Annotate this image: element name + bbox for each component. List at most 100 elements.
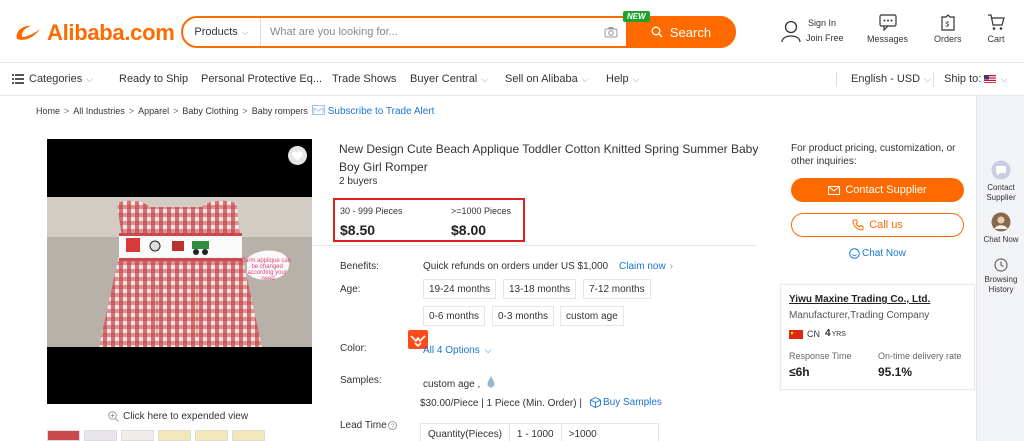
- rail-label: Supplier: [986, 193, 1016, 202]
- ship-to-select[interactable]: Ship to: ⌵: [944, 73, 1007, 85]
- phone-icon: [852, 219, 864, 231]
- call-us-button[interactable]: Call us: [791, 213, 964, 237]
- thumbnail[interactable]: [195, 430, 228, 441]
- china-flag-icon: [789, 329, 803, 339]
- camera-search-icon[interactable]: [596, 26, 626, 38]
- chevron-down-icon: ⌵: [924, 73, 931, 84]
- color-label: Color:: [340, 343, 367, 354]
- bell-icon: [311, 105, 325, 115]
- cart-button[interactable]: Cart: [987, 14, 1005, 44]
- breadcrumb-separator: >: [242, 106, 248, 116]
- thumbnail[interactable]: [158, 430, 191, 441]
- product-video-player[interactable]: farm applique can be changed according y…: [47, 139, 312, 404]
- buy-samples-link[interactable]: Buy Samples: [590, 397, 662, 408]
- nav-divider: [836, 72, 837, 87]
- age-option[interactable]: 13-18 months: [503, 279, 577, 299]
- categories-menu[interactable]: Categories ⌵: [12, 73, 93, 85]
- orders-button[interactable]: $ Orders: [934, 14, 962, 44]
- supplier-card: Yiwu Maxine Trading Co., Ltd. Manufactur…: [780, 284, 975, 390]
- breadcrumb-separator: >: [173, 106, 179, 116]
- chevron-down-icon: ⌵: [581, 73, 589, 84]
- svg-text:$: $: [945, 22, 949, 29]
- tier-range: 30 - 999 Pieces: [340, 206, 403, 216]
- sign-in-link[interactable]: Sign In: [806, 16, 844, 31]
- thumbnail[interactable]: [232, 430, 265, 441]
- claim-now-link[interactable]: Claim now ›: [619, 261, 673, 272]
- clock-icon: [994, 258, 1008, 272]
- lead-time-label: Lead Time: [340, 420, 387, 431]
- product-image: farm applique can be changed according y…: [47, 197, 312, 347]
- help-icon[interactable]: ?: [387, 421, 397, 430]
- age-option[interactable]: 0-3 months: [492, 306, 555, 326]
- supplier-years: 4 YRS: [825, 328, 846, 339]
- new-badge: NEW: [623, 11, 650, 22]
- nav-trade-shows[interactable]: Trade Shows: [332, 73, 396, 85]
- breadcrumb-link[interactable]: Home: [36, 106, 60, 116]
- expand-view-link[interactable]: Click here to expended view: [108, 411, 248, 422]
- breadcrumb-link[interactable]: Apparel: [138, 106, 169, 116]
- menu-icon: [12, 74, 24, 84]
- brand-logo[interactable]: Alibaba.com: [13, 20, 175, 46]
- contact-supplier-button[interactable]: Contact Supplier: [791, 178, 964, 202]
- trade-alert-link[interactable]: Subscribe to Trade Alert: [311, 105, 435, 117]
- zoom-icon: [108, 411, 119, 422]
- thumbnail[interactable]: [121, 430, 154, 441]
- rail-label: History: [988, 285, 1014, 294]
- search-category-label: Products: [194, 26, 238, 38]
- droplet-icon: [487, 376, 495, 388]
- search-category-select[interactable]: Products ⌵: [183, 18, 261, 46]
- chevron-down-icon: ⌵: [86, 73, 94, 84]
- search-button-label: Search: [669, 24, 712, 40]
- brand-name: Alibaba.com: [47, 20, 175, 45]
- age-option[interactable]: 0-6 months: [423, 306, 486, 326]
- rail-chat-now[interactable]: Chat Now: [977, 212, 1024, 245]
- nav-personal-protective[interactable]: Personal Protective Eq...: [201, 73, 322, 85]
- chat-icon: [849, 248, 860, 259]
- supplier-type: Manufacturer,Trading Company: [789, 310, 930, 321]
- thumbnail[interactable]: [84, 430, 117, 441]
- chat-now-link[interactable]: Chat Now: [849, 248, 906, 259]
- delivery-rate-label: On-time delivery rate: [878, 351, 962, 361]
- age-option[interactable]: custom age: [560, 306, 624, 326]
- age-option[interactable]: 19-24 months: [423, 279, 497, 299]
- supplier-name-link[interactable]: Yiwu Maxine Trading Co., Ltd.: [789, 294, 930, 305]
- rail-label: Contact: [987, 183, 1015, 192]
- rail-browsing-history[interactable]: Browsing History: [977, 258, 1024, 295]
- breadcrumb-link[interactable]: Baby Clothing: [182, 106, 238, 116]
- trade-alert-label: Subscribe to Trade Alert: [327, 105, 435, 117]
- chat-bubble-icon: [991, 160, 1011, 180]
- join-free-link[interactable]: Join Free: [806, 31, 844, 46]
- chevron-down-icon: ⌵: [484, 345, 492, 355]
- chevron-down-icon: ⌵: [241, 26, 249, 37]
- account-area[interactable]: Sign In Join Free: [780, 16, 844, 46]
- message-icon: [878, 14, 897, 31]
- breadcrumb-link[interactable]: All Industries: [73, 106, 125, 116]
- nav-label: Ready to Ship: [119, 73, 189, 85]
- nav-sell-on-alibaba[interactable]: Sell on Alibaba ⌵: [505, 73, 589, 85]
- response-time-value: ≤6h: [789, 365, 810, 379]
- breadcrumb: Home > All Industries > Apparel > Baby Clot…: [36, 105, 434, 117]
- site-header: Alibaba.com Products ⌵ Search NEW Sign I…: [0, 0, 1024, 63]
- years-value: 4: [825, 328, 831, 339]
- language-currency-select[interactable]: English - USD ⌵: [851, 73, 931, 85]
- rail-contact-supplier[interactable]: Contact Supplier: [977, 160, 1024, 203]
- lead-table-cell: >1000: [568, 428, 597, 440]
- tier-price: $8.00: [451, 222, 487, 238]
- thumbnail[interactable]: [47, 430, 80, 441]
- chevron-down-icon: ⌵: [481, 73, 489, 84]
- nav-ready-to-ship[interactable]: Ready to Ship: [119, 73, 188, 85]
- chevron-down-icon: ⌵: [632, 73, 640, 84]
- sample-price: $30.00/Piece | 1 Piece (Min. Order) |: [420, 398, 582, 409]
- favorite-button[interactable]: [288, 146, 307, 165]
- chevron-right-icon: ›: [669, 261, 674, 272]
- nav-buyer-central[interactable]: Buyer Central ⌵: [410, 73, 488, 85]
- nav-help[interactable]: Help ⌵: [606, 73, 639, 85]
- search-input[interactable]: [261, 18, 596, 46]
- messages-button[interactable]: Messages: [867, 14, 908, 44]
- chevron-down-icon: ⌵: [1000, 73, 1008, 84]
- box-icon: [590, 397, 601, 408]
- breadcrumb-link[interactable]: Baby rompers: [252, 106, 308, 116]
- age-option[interactable]: 7-12 months: [583, 279, 651, 299]
- categories-label: Categories: [29, 73, 83, 85]
- color-options-link[interactable]: All 4 Options ⌵: [423, 345, 492, 356]
